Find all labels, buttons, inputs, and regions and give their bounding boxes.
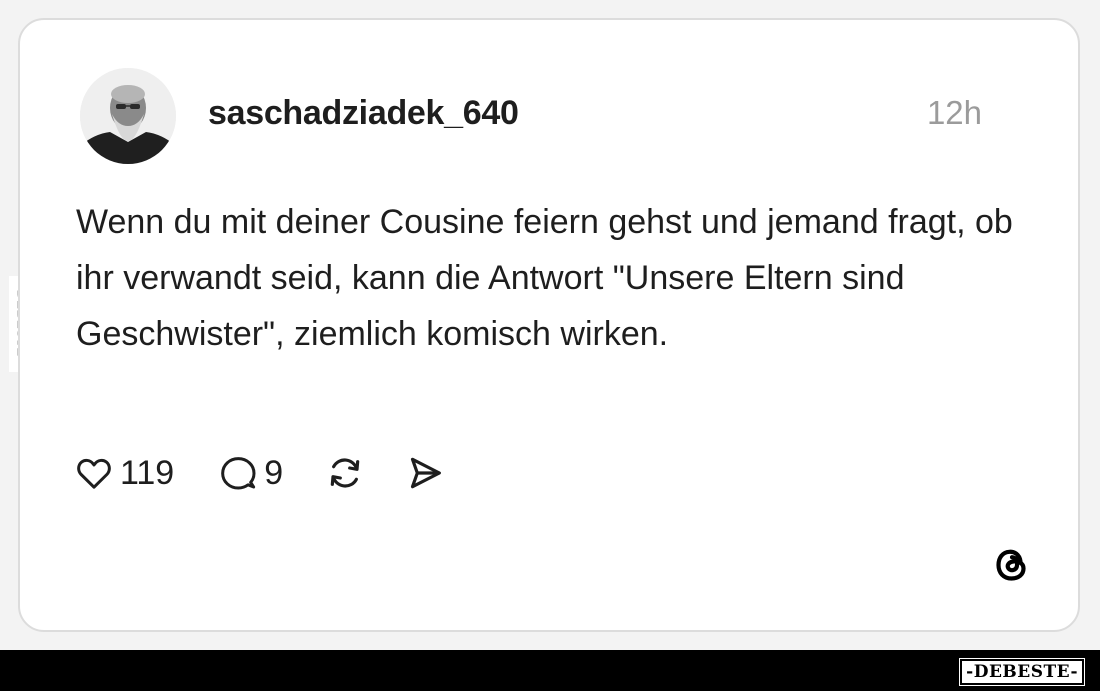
like-count: 119	[120, 453, 175, 492]
speech-bubble-icon	[221, 457, 256, 490]
brand-watermark: -DEBESTE-	[959, 658, 1085, 686]
heart-icon	[77, 458, 111, 489]
reply-count: 9	[264, 453, 284, 492]
reply-button[interactable]: 9	[218, 453, 283, 493]
timestamp: 12h	[926, 94, 982, 131]
post-card: saschadziadek_640 12h Wenn du mit deiner…	[18, 18, 1080, 632]
username[interactable]: saschadziadek_640	[208, 94, 519, 133]
send-icon	[411, 457, 442, 489]
avatar-image	[80, 68, 176, 164]
threads-logo-icon	[996, 549, 1026, 581]
action-bar: 119 9	[74, 451, 445, 495]
bottom-bar: -DEBESTE-	[0, 650, 1100, 691]
like-button[interactable]: 119	[74, 453, 174, 493]
brand-watermark-text: -DEBESTE-	[966, 662, 1078, 682]
repost-icon	[330, 458, 360, 488]
post-text: Wenn du mit deiner Cousine feiern gehst …	[76, 203, 1013, 353]
avatar[interactable]	[80, 68, 176, 164]
share-button[interactable]	[405, 453, 445, 493]
repost-button[interactable]	[325, 453, 365, 493]
